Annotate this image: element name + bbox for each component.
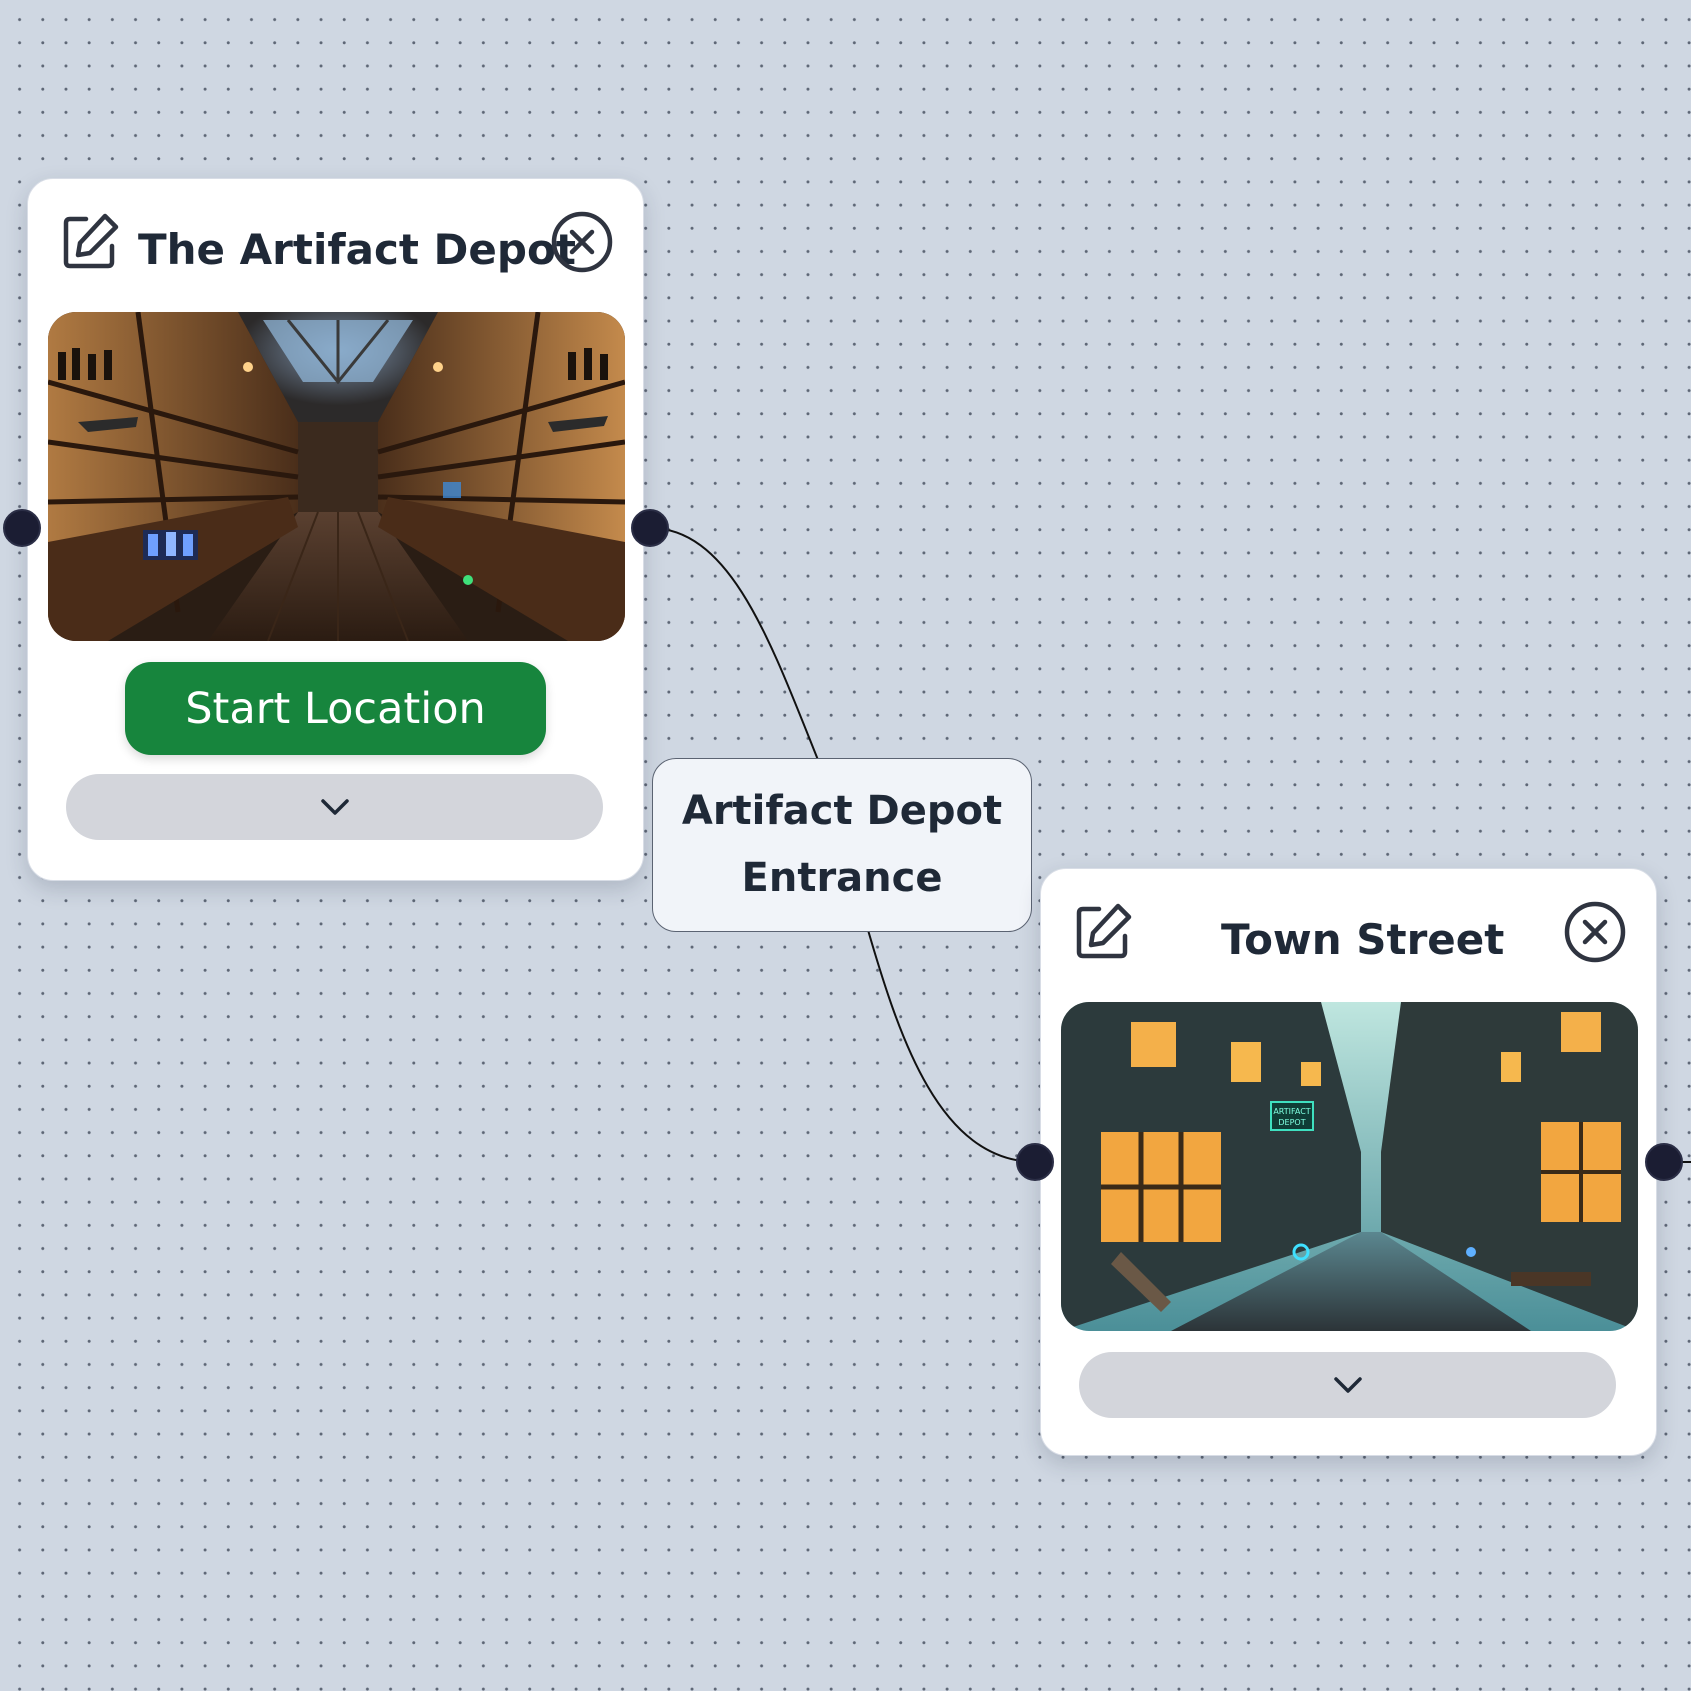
edit-icon[interactable] xyxy=(60,210,122,272)
node-output-handle[interactable] xyxy=(631,509,669,547)
sign-line-1: ARTIFACT xyxy=(1273,1107,1310,1116)
edit-icon[interactable] xyxy=(1073,900,1135,962)
expand-button[interactable] xyxy=(66,774,603,840)
node-title: Town Street xyxy=(1221,915,1505,964)
location-node-artifact-depot[interactable]: The Artifact Depot Start Location xyxy=(27,178,644,881)
edge-depot-to-label[interactable] xyxy=(649,527,819,761)
location-image-street-scene: ARTIFACT DEPOT xyxy=(1061,1002,1638,1331)
node-input-handle[interactable] xyxy=(1016,1143,1054,1181)
node-output-handle[interactable] xyxy=(1645,1143,1683,1181)
chevron-down-icon xyxy=(320,799,349,815)
sign-line-2: DEPOT xyxy=(1278,1118,1305,1127)
close-icon[interactable] xyxy=(550,210,614,274)
edge-label-to-street[interactable] xyxy=(867,929,1035,1163)
node-header: Town Street xyxy=(1041,869,1656,969)
edge-label-artifact-depot-entrance[interactable]: Artifact Depot Entrance xyxy=(652,758,1032,932)
node-title: The Artifact Depot xyxy=(138,225,576,274)
node-header: The Artifact Depot xyxy=(28,179,643,279)
chevron-down-icon xyxy=(1333,1377,1362,1393)
edge-label-line-2: Entrance xyxy=(741,855,943,901)
node-input-handle[interactable] xyxy=(3,509,41,547)
edge-label-line-1: Artifact Depot xyxy=(681,788,1003,834)
location-image-shop-interior xyxy=(48,312,625,641)
start-location-button[interactable]: Start Location xyxy=(125,662,546,755)
location-node-town-street[interactable]: Town Street ARTIFACT DEPOT xyxy=(1040,868,1657,1456)
close-icon[interactable] xyxy=(1563,900,1627,964)
expand-button[interactable] xyxy=(1079,1352,1616,1418)
